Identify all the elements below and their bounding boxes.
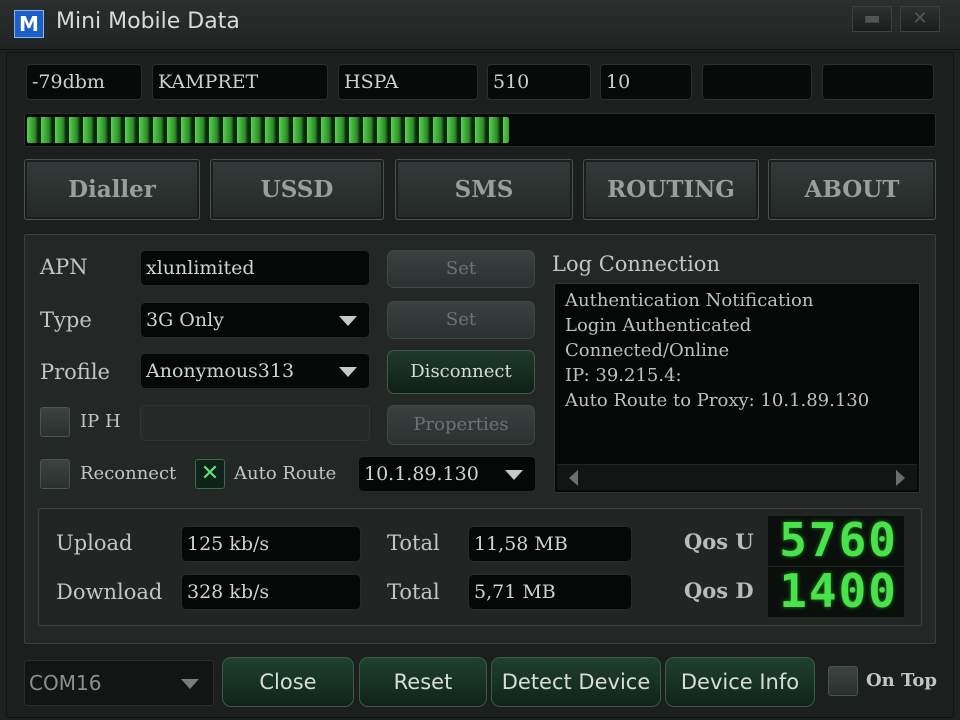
type-label: Type [40,308,92,332]
apn-input[interactable]: xlunlimited [140,250,370,286]
type-set-button[interactable]: Set [387,301,535,339]
iph-checkbox[interactable] [40,407,70,437]
chevron-down-icon [181,679,199,689]
signal-dbm-field: -79dbm [26,64,142,100]
close-button[interactable]: Close [222,657,354,707]
app-logo-icon: M [14,10,44,38]
mcc-field: 510 [487,64,591,100]
log-line: Authentication Notification [565,290,814,311]
log-line: IP: 39.215.4: [565,365,682,386]
tab-dialler[interactable]: Dialler [24,159,200,220]
log-line: Connected/Online [565,340,730,361]
download-total-field: 5,71 MB [468,574,632,610]
autoroute-proxy-value: 10.1.89.130 [364,463,479,485]
log-line: Auto Route to Proxy: 10.1.89.130 [565,390,870,411]
qos-u-label: Qos U [684,529,754,554]
close-window-button[interactable]: ✕ [900,6,940,32]
qos-d-display: 1400 [768,567,904,617]
com-port-value: COM16 [29,671,102,695]
com-port-select[interactable]: COM16 [24,660,214,706]
download-speed-field: 328 kb/s [181,574,361,610]
on-top-checkbox[interactable] [828,666,858,696]
operator-field: KAMPRET [152,64,328,100]
signal-strength-fill [27,117,510,143]
autoroute-label: Auto Route [234,463,337,484]
profile-select-value: Anonymous313 [146,360,295,382]
network-mode-field: HSPA [338,64,478,100]
log-line: Login Authenticated [565,315,752,336]
status-extra-field-2 [822,64,934,100]
tab-ussd[interactable]: USSD [210,159,384,220]
upload-speed-field: 125 kb/s [181,526,361,562]
device-info-button[interactable]: Device Info [665,657,815,707]
iph-input[interactable] [140,405,370,441]
signal-strength-bar [24,113,936,147]
reset-button[interactable]: Reset [359,657,487,707]
tab-about[interactable]: ABOUT [768,159,936,220]
minimize-button[interactable]: ▬ [852,6,892,32]
log-horizontal-scrollbar[interactable] [557,464,917,490]
iph-label: IP H [80,411,121,432]
disconnect-button[interactable]: Disconnect [387,350,535,394]
log-title: Log Connection [552,252,720,276]
upload-label: Upload [56,531,133,555]
window-title: Mini Mobile Data [56,9,240,34]
download-total-label: Total [387,580,440,604]
autoroute-proxy-select[interactable]: 10.1.89.130 [358,456,536,492]
upload-total-label: Total [387,531,440,555]
log-connection-box: Authentication Notification Login Authen… [554,283,920,493]
reconnect-checkbox[interactable] [40,459,70,489]
chevron-down-icon [339,367,357,377]
type-select[interactable]: 3G Only [140,302,370,338]
apn-label: APN [40,255,88,279]
profile-select[interactable]: Anonymous313 [140,353,370,389]
profile-label: Profile [40,360,110,384]
on-top-label: On Top [866,670,937,691]
qos-u-display: 5760 [768,516,904,566]
mnc-field: 10 [600,64,692,100]
reconnect-label: Reconnect [80,463,177,484]
scroll-left-icon[interactable] [569,470,578,486]
title-bar: M Mini Mobile Data ▬ ✕ [0,0,960,50]
apn-set-button[interactable]: Set [387,250,535,288]
download-label: Download [56,580,163,604]
scroll-right-icon[interactable] [896,470,905,486]
qos-d-label: Qos D [684,578,754,603]
tab-sms[interactable]: SMS [395,159,573,220]
detect-device-button[interactable]: Detect Device [491,657,661,707]
upload-total-field: 11,58 MB [468,526,632,562]
chevron-down-icon [339,316,357,326]
properties-button[interactable]: Properties [387,405,535,445]
status-extra-field-1 [702,64,812,100]
type-select-value: 3G Only [146,309,224,331]
chevron-down-icon [505,470,523,480]
autoroute-checkbox[interactable]: ✕ [195,459,225,489]
tab-routing[interactable]: ROUTING [583,159,759,220]
